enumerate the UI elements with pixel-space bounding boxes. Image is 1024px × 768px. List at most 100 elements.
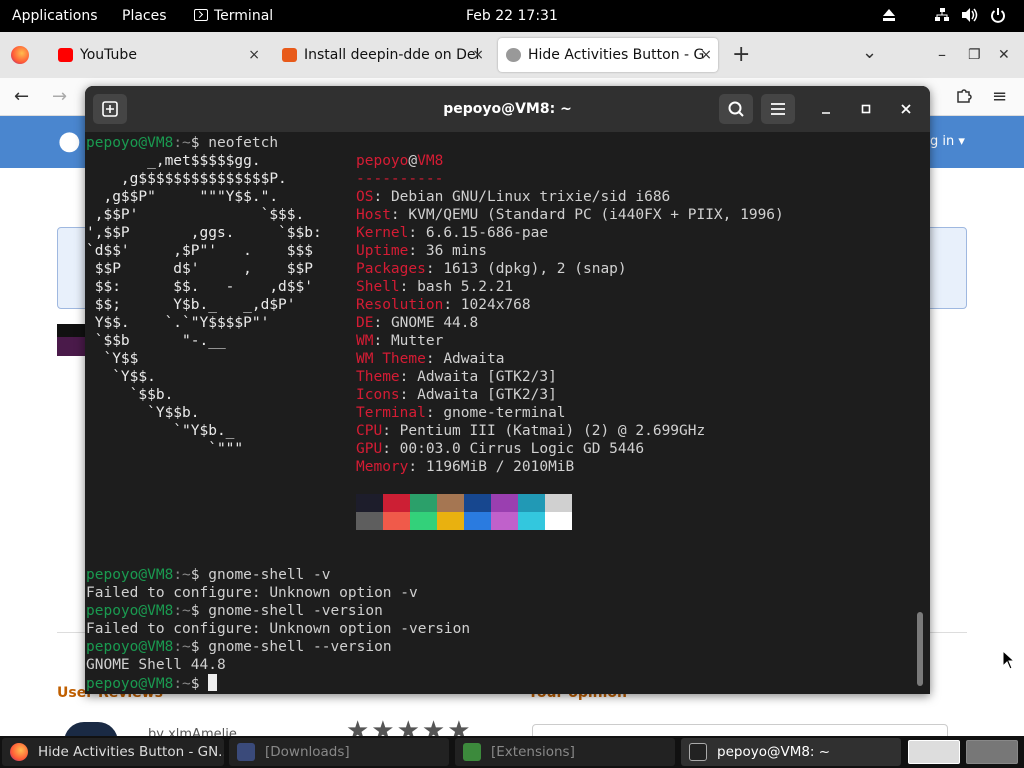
- ascii-art-line: `Y$$b.: [86, 405, 200, 421]
- back-button[interactable]: ←: [14, 78, 29, 116]
- ascii-art-line: $$: $$. - ,d$$': [86, 279, 313, 295]
- command-output: Failed to configure: Unknown option -ver…: [86, 621, 471, 637]
- terminal-icon: [194, 9, 208, 21]
- info-line: Shell: bash 5.2.21: [356, 279, 514, 295]
- text-cursor: [208, 674, 218, 691]
- login-link[interactable]: g in ▾: [930, 134, 965, 149]
- maximize-button[interactable]: [855, 94, 877, 124]
- info-key: Terminal: [356, 405, 426, 421]
- info-key: WM Theme: [356, 351, 426, 367]
- minimize-button[interactable]: [815, 94, 837, 124]
- hamburger-icon: [771, 103, 785, 115]
- command-text: gnome-shell --version: [208, 639, 392, 655]
- color-swatch: [518, 512, 545, 530]
- color-swatch: [356, 494, 383, 512]
- tab-install-deepin[interactable]: Install deepin-dde on Del ×: [274, 38, 490, 72]
- task-firefox[interactable]: Hide Activities Button - GN...: [2, 738, 224, 766]
- terminal-header-bar: pepoyo@VM8: ~: [85, 86, 930, 132]
- power-icon[interactable]: [990, 0, 1006, 32]
- task-terminal[interactable]: pepoyo@VM8: ~: [681, 738, 901, 766]
- ascii-art-line: ,$$P' `$$$.: [86, 207, 305, 223]
- tab-close-icon[interactable]: ×: [472, 38, 484, 72]
- info-key: DE: [356, 315, 374, 331]
- info-line: GPU: 00:03.0 Cirrus Logic GD 5446: [356, 441, 645, 457]
- info-value: 1196MiB / 2010MiB: [425, 459, 575, 475]
- task-extensions[interactable]: [Extensions]: [455, 738, 675, 766]
- task-label: [Extensions]: [491, 744, 575, 760]
- info-value: GNOME 44.8: [390, 315, 479, 331]
- info-line: Kernel: 6.6.15-686-pae: [356, 225, 549, 241]
- workspace-1[interactable]: [908, 740, 960, 764]
- menu-button[interactable]: [761, 94, 795, 124]
- terminal-icon: [689, 743, 707, 761]
- applications-menu[interactable]: Applications: [12, 0, 98, 32]
- tab-label: Hide Activities Button - G: [528, 47, 705, 63]
- clock[interactable]: Feb 22 17:31: [466, 0, 558, 32]
- info-line: DE: GNOME 44.8: [356, 315, 479, 331]
- volume-icon[interactable]: [961, 0, 979, 32]
- terminal-app-label: Terminal: [214, 8, 274, 24]
- restore-button[interactable]: ❐: [968, 36, 981, 74]
- color-swatch: [437, 512, 464, 530]
- info-value: Adwaita: [443, 351, 505, 367]
- command-output: Failed to configure: Unknown option -v: [86, 585, 418, 601]
- youtube-icon: [58, 48, 73, 62]
- info-line: Memory: 1196MiB / 2010MiB: [356, 459, 575, 475]
- network-icon[interactable]: [934, 0, 950, 32]
- color-swatch: [545, 494, 572, 512]
- terminal-window: pepoyo@VM8: ~ pepoyo@VM8:~$ neofetch _,m…: [85, 86, 930, 694]
- terminal-app-menu[interactable]: Terminal: [194, 0, 273, 32]
- info-line: OS: Debian GNU/Linux trixie/sid i686: [356, 189, 671, 205]
- task-downloads[interactable]: [Downloads]: [229, 738, 449, 766]
- prompt-line: pepoyo@VM8:~$: [86, 674, 218, 693]
- ascii-art-line: ',$$P ,ggs. `$$b:: [86, 225, 322, 241]
- info-key: Uptime: [356, 243, 409, 259]
- search-button[interactable]: [719, 94, 753, 124]
- command-text: gnome-shell -version: [208, 603, 383, 619]
- new-tab-button[interactable]: [93, 94, 127, 124]
- ascii-art-line: `Y$$: [86, 351, 139, 367]
- prompt-line: pepoyo@VM8:~$ gnome-shell --version: [86, 639, 392, 655]
- forward-button[interactable]: →: [52, 78, 67, 116]
- color-swatch: [545, 512, 572, 530]
- info-value: Adwaita [GTK2/3]: [417, 369, 557, 385]
- terminal-title: pepoyo@VM8: ~: [443, 101, 572, 117]
- eject-icon[interactable]: [881, 0, 897, 32]
- firefox-view-icon[interactable]: [11, 46, 29, 64]
- firefox-icon: [10, 743, 28, 761]
- color-swatch: [356, 512, 383, 530]
- tab-close-icon[interactable]: ×: [700, 38, 712, 72]
- list-all-tabs-button[interactable]: ⌄: [862, 34, 877, 72]
- prompt-line: pepoyo@VM8:~$ gnome-shell -v: [86, 567, 331, 583]
- ascii-art-line: `""": [86, 441, 244, 457]
- places-menu[interactable]: Places: [122, 0, 167, 32]
- info-line: Packages: 1613 (dpkg), 2 (snap): [356, 261, 627, 277]
- tab-close-icon[interactable]: ×: [248, 38, 260, 72]
- info-line: WM Theme: Adwaita: [356, 351, 505, 367]
- info-key: CPU: [356, 423, 383, 439]
- info-key: WM: [356, 333, 374, 349]
- screenshot-thumbnail[interactable]: [57, 324, 85, 356]
- info-value: Mutter: [390, 333, 444, 349]
- color-swatch: [518, 494, 545, 512]
- extensions-icon[interactable]: [955, 78, 973, 116]
- info-value: 1024x768: [460, 297, 531, 313]
- ascii-art-line: $$P d$' , $$P: [86, 261, 313, 277]
- close-button[interactable]: [895, 94, 917, 124]
- info-value: Adwaita [GTK2/3]: [417, 387, 557, 403]
- info-line: WM: Mutter: [356, 333, 444, 349]
- color-swatch: [491, 512, 518, 530]
- minimize-button[interactable]: –: [938, 36, 946, 74]
- tab-youtube[interactable]: YouTube ×: [50, 38, 266, 72]
- ascii-art-line: `$$b "-.__: [86, 333, 226, 349]
- info-value: 00:03.0 Cirrus Logic GD 5446: [399, 441, 645, 457]
- tab-hide-activities[interactable]: Hide Activities Button - G ×: [498, 38, 718, 72]
- terminal-scrollbar[interactable]: [917, 612, 923, 686]
- workspace-2[interactable]: [966, 740, 1018, 764]
- terminal-output[interactable]: pepoyo@VM8:~$ neofetch _,met$$$$$gg. ,g$…: [85, 132, 930, 694]
- ascii-art-line: Y$$. `.`"Y$$$$P"': [86, 315, 270, 331]
- new-tab-button[interactable]: +: [732, 36, 750, 74]
- app-menu-button[interactable]: ≡: [992, 78, 1007, 116]
- close-window-button[interactable]: ✕: [998, 36, 1010, 74]
- info-line: Host: KVM/QEMU (Standard PC (i440FX + PI…: [356, 207, 784, 223]
